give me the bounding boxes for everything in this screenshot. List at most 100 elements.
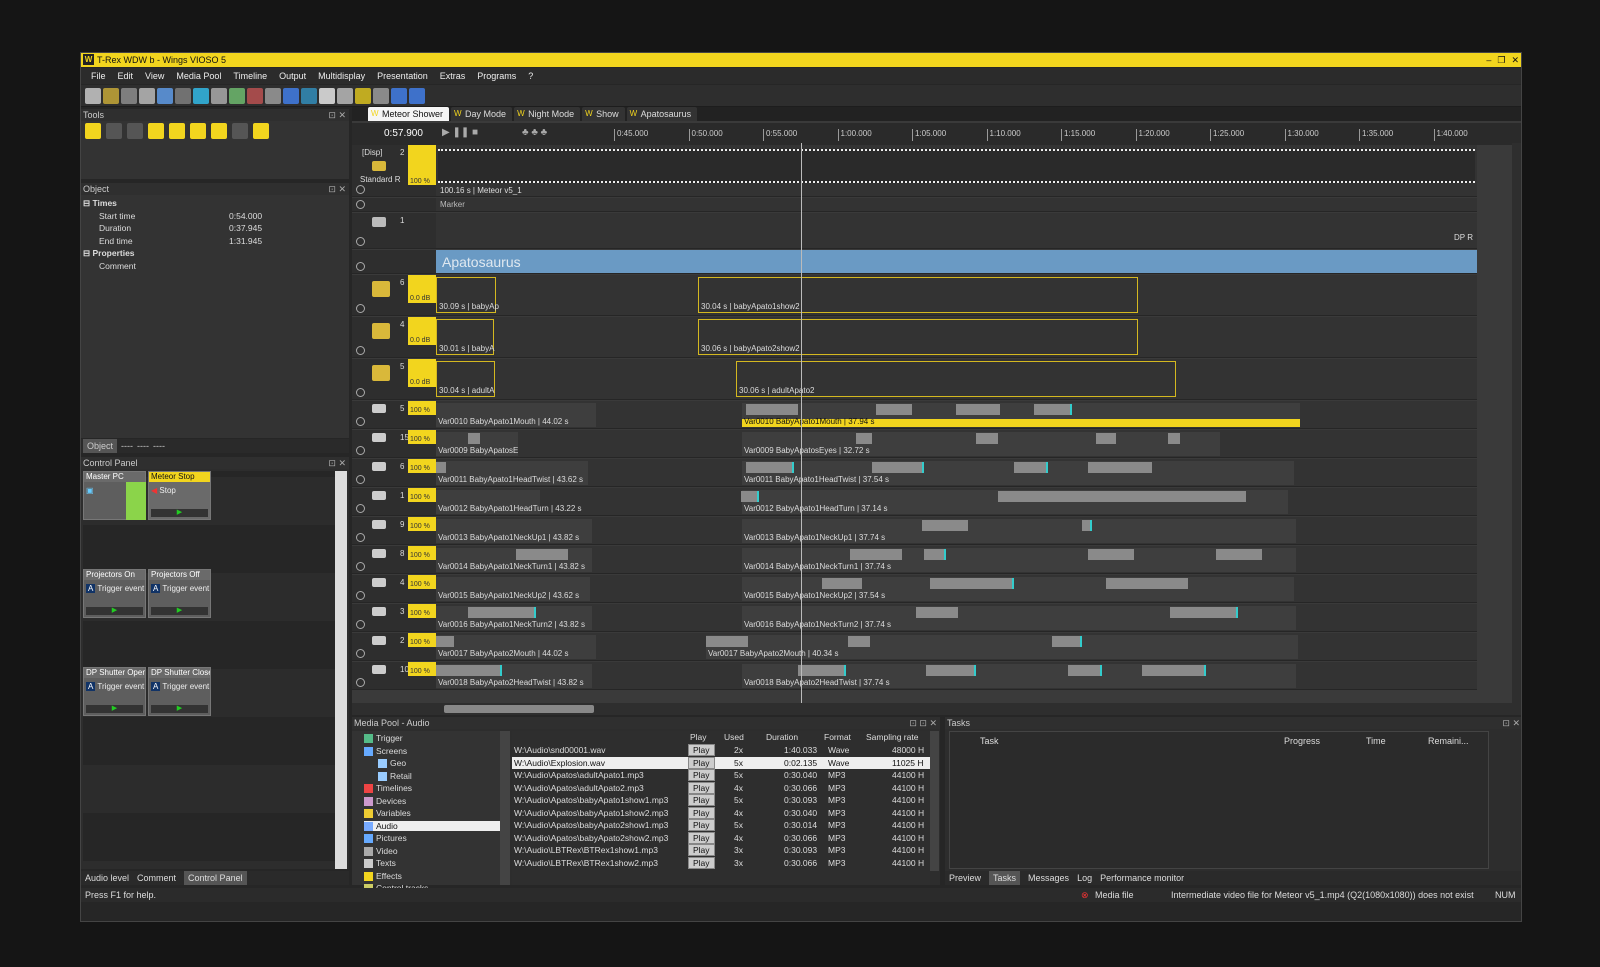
col-progress[interactable]: Progress: [1284, 736, 1320, 746]
variable-keyframe-block[interactable]: [822, 578, 862, 589]
audio-track[interactable]: 4 0.0 dB 30.01 s | babyA 30.06 s | babyApat…: [352, 317, 1477, 358]
toolbar-tool-icon[interactable]: [337, 87, 353, 104]
track-header[interactable]: 10 100 %: [352, 662, 436, 689]
variable-track[interactable]: 1 100 % Var0012 BabyApato1HeadTurn | 43.22…: [352, 488, 1477, 516]
tool-icon[interactable]: [127, 123, 143, 139]
scroll-thumb[interactable]: [444, 705, 594, 713]
tool-icon[interactable]: [106, 123, 122, 139]
toolbar-tool-icon[interactable]: [391, 87, 407, 104]
variable-keyframe-block[interactable]: [1014, 462, 1048, 473]
play-button[interactable]: Play: [688, 744, 715, 756]
media-row[interactable]: W:\Audio\Apatos\adultApato2.mp3 Play 4x 0:3…: [512, 781, 930, 794]
toolbar-tool-icon[interactable]: [247, 87, 263, 104]
timeline-horizontal-scrollbar[interactable]: [352, 703, 1521, 715]
variable-keyframe-block[interactable]: [848, 636, 870, 647]
tree-scrollbar[interactable]: [500, 731, 510, 885]
tab-log[interactable]: Log: [1077, 871, 1092, 885]
media-row[interactable]: W:\Audio\LBTRex\BTRex1show2.mp3 Play 3x 0:3…: [512, 856, 930, 869]
track-header[interactable]: 4 100 %: [352, 575, 436, 602]
toolbar-tool-icon[interactable]: [229, 87, 245, 104]
col-sampling-rate[interactable]: Sampling rate: [866, 731, 918, 743]
tree-item-retail[interactable]: Retail: [378, 771, 412, 781]
variable-keyframe-block[interactable]: [926, 665, 976, 676]
audio-clip[interactable]: 30.01 s | babyA: [436, 319, 494, 355]
run-icon[interactable]: ▶: [151, 607, 208, 615]
tab-empty-3[interactable]: ----: [153, 439, 165, 453]
menu-help[interactable]: ?: [522, 71, 539, 81]
media-row[interactable]: W:\Audio\snd00001.wav Play 2x 1:40.033 Wave 4…: [512, 744, 930, 756]
variable-keyframe-block[interactable]: [850, 549, 902, 560]
track-header[interactable]: 5 0.0 dB: [352, 359, 436, 399]
group-bar[interactable]: Apatosaurus: [436, 250, 1477, 273]
panel-close-icon[interactable]: ⊡ ✕: [328, 183, 346, 195]
play-button[interactable]: Play: [688, 844, 715, 856]
track-header[interactable]: 4 0.0 dB: [352, 317, 436, 357]
variable-keyframe-block[interactable]: [916, 607, 958, 618]
minimize-button[interactable]: –: [1486, 53, 1491, 67]
tab-preview[interactable]: Preview: [949, 871, 981, 885]
variable-track[interactable]: 3 100 % Var0016 BabyApato1NeckTurn2 | 43.8…: [352, 604, 1477, 632]
track-header[interactable]: 2 100 %: [352, 633, 436, 660]
track-header[interactable]: 5 100 %: [352, 401, 436, 428]
tab-audio-level[interactable]: Audio level: [85, 871, 129, 885]
mute-icon[interactable]: [356, 504, 365, 513]
menu-programs[interactable]: Programs: [471, 71, 522, 81]
variable-keyframe-block[interactable]: [1168, 433, 1180, 444]
duration-row[interactable]: Duration 0:37.945: [83, 222, 345, 234]
tree-item-geo[interactable]: Geo: [378, 758, 406, 769]
panel-close-icon[interactable]: ⊡ ✕: [328, 457, 346, 469]
toolbar-tool-icon[interactable]: [265, 87, 281, 104]
tab-meteor-shower[interactable]: Meteor Shower: [368, 107, 450, 121]
dp-shutter-close-button[interactable]: DP Shutter Close A Trigger event ▶: [148, 667, 211, 716]
variable-keyframe-block[interactable]: [706, 636, 748, 647]
tab-comment[interactable]: Comment: [137, 871, 176, 885]
tab-performance-monitor[interactable]: Performance monitor: [1100, 871, 1184, 885]
col-format[interactable]: Format: [824, 731, 851, 743]
variable-keyframe-block[interactable]: [1034, 404, 1072, 415]
marker-track[interactable]: Marker: [352, 198, 1477, 212]
variable-keyframe-block[interactable]: [516, 549, 568, 560]
track-header[interactable]: 3 100 %: [352, 604, 436, 631]
variable-keyframe-block[interactable]: [436, 665, 502, 676]
run-icon[interactable]: ▶: [151, 705, 208, 713]
timeline-vertical-scrollbar[interactable]: [1512, 143, 1521, 703]
projectors-off-button[interactable]: Projectors Off A Trigger event ▶: [148, 569, 211, 618]
properties-group[interactable]: ⊟ Properties: [83, 247, 345, 259]
audio-track[interactable]: 5 0.0 dB 30.04 s | adultA 30.06 s | adultAp…: [352, 359, 1477, 400]
audio-clip[interactable]: 30.04 s | babyApato1show2: [698, 277, 1138, 313]
media-row[interactable]: W:\Audio\Apatos\babyApato1show1.mp3 Play 5…: [512, 794, 930, 806]
audio-track[interactable]: 6 0.0 dB 30.09 s | babyAp 30.04 s | babyApa…: [352, 275, 1477, 316]
tab-object[interactable]: Object: [83, 439, 118, 453]
col-remaining[interactable]: Remaini...: [1428, 736, 1469, 746]
variable-keyframe-block[interactable]: [1170, 607, 1238, 618]
tool-icon[interactable]: [253, 123, 269, 139]
tree-item-pictures[interactable]: Pictures: [364, 833, 407, 844]
track-header[interactable]: 1: [352, 213, 436, 248]
control-panel-scrollbar[interactable]: [335, 471, 347, 869]
variable-keyframe-block[interactable]: [468, 433, 480, 444]
track-header[interactable]: 6 0.0 dB: [352, 275, 436, 315]
variable-keyframe-block[interactable]: [998, 491, 1246, 502]
variable-track[interactable]: 5 100 % Var0010 BabyApato1Mouth | 44.02 sV…: [352, 401, 1477, 429]
start-time-row[interactable]: Start time 0:54.000: [83, 210, 345, 222]
media-row[interactable]: W:\Audio\LBTRex\BTRex1show1.mp3 Play 3x 0:3…: [512, 844, 930, 856]
close-button[interactable]: ✕: [1511, 53, 1519, 67]
menu-edit[interactable]: Edit: [112, 71, 140, 81]
track-header[interactable]: 15 100 %: [352, 430, 436, 457]
variable-keyframe-block[interactable]: [924, 549, 946, 560]
tree-item-texts[interactable]: Texts: [364, 858, 396, 869]
run-icon[interactable]: ▶: [86, 607, 143, 615]
track-header[interactable]: 9 100 %: [352, 517, 436, 544]
variable-track[interactable]: 10 100 % Var0018 BabyApato2HeadTwist | 43.…: [352, 662, 1477, 690]
variable-keyframe-block[interactable]: [872, 462, 924, 473]
variable-keyframe-block[interactable]: [746, 404, 798, 415]
control-track[interactable]: 1 DP R: [352, 213, 1477, 249]
transport-controls-icon[interactable]: ▶ ❚❚ ■: [442, 127, 478, 138]
track-header[interactable]: 6 100 %: [352, 459, 436, 486]
variable-track[interactable]: 4 100 % Var0015 BabyApato1NeckUp2 | 43.62 …: [352, 575, 1477, 603]
variable-keyframe-block[interactable]: [1088, 462, 1152, 473]
menu-multidisplay[interactable]: Multidisplay: [312, 71, 371, 81]
variable-keyframe-block[interactable]: [956, 404, 1000, 415]
tab-empty-2[interactable]: ----: [137, 439, 149, 453]
media-row[interactable]: W:\Audio\Apatos\adultApato1.mp3 Play 5x 0:3…: [512, 769, 930, 781]
